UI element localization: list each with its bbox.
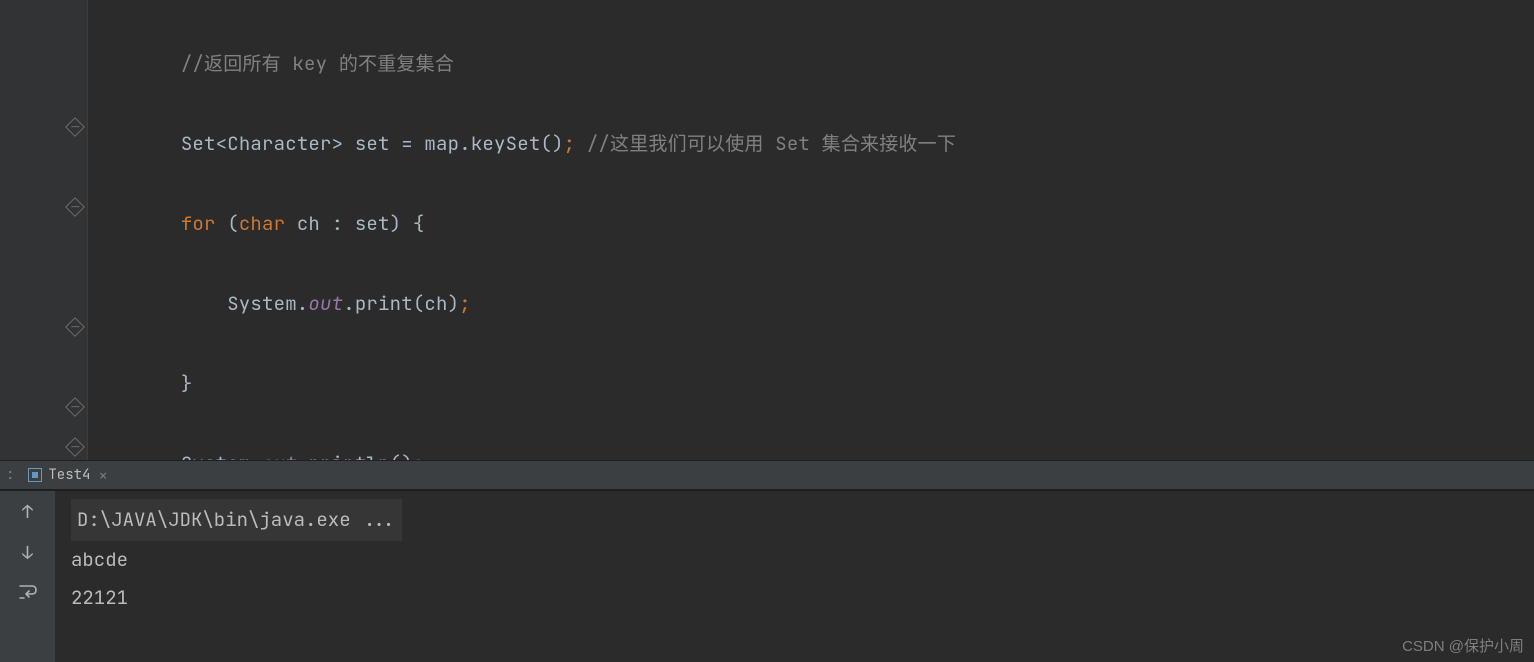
close-icon[interactable]: × [98,465,108,486]
code-block[interactable]: //返回所有 key 的不重复集合 Set<Character> set = m… [88,0,956,460]
wrap-icon[interactable] [18,583,38,606]
code-text: .print(ch) [343,291,459,316]
code-text: ( [216,211,239,236]
editor-area: //返回所有 key 的不重复集合 Set<Character> set = m… [0,0,1534,460]
run-tab-icon [28,468,42,482]
code-keyword: char [239,211,285,236]
code-field: out [262,451,297,460]
arrow-up-icon[interactable]: ↑ [22,501,33,524]
editor-gutter [0,0,88,460]
run-tab[interactable]: Test4 × [22,465,108,486]
fold-marker-icon[interactable] [65,317,85,337]
console-output[interactable]: D:\JAVA\JDK\bin\java.exe ... abcde 22121 [55,491,402,662]
arrow-down-icon[interactable]: ↓ [22,542,33,565]
code-field: out [308,291,343,316]
code-semi: ; [459,291,471,316]
console-cmd-line: D:\JAVA\JDK\bin\java.exe ... [71,499,402,541]
run-tab-label: Test4 [48,466,90,484]
code-semi: ; [413,451,425,460]
run-tab-bar: : Test4 × [0,460,1534,490]
run-label-prefix: : [6,466,14,484]
watermark-text: CSDN @保护小周 [1402,635,1524,656]
code-semi: ; [564,131,576,156]
code-brace: } [181,371,193,396]
code-text: .println() [297,451,413,460]
code-text: System. [181,451,262,460]
fold-marker-icon[interactable] [65,197,85,217]
code-keyword: for [181,211,216,236]
code-text: Set<Character> set = map.keySet() [181,131,564,156]
console-gutter: ↑ ↓ [0,491,55,662]
fold-marker-icon[interactable] [65,397,85,417]
code-text: ch : set) { [285,211,424,236]
code-comment: //这里我们可以使用 Set 集合来接收一下 [575,131,956,156]
code-comment: //返回所有 key 的不重复集合 [181,51,454,76]
fold-marker-icon[interactable] [65,117,85,137]
code-text: System. [227,291,308,316]
console-area: ↑ ↓ D:\JAVA\JDK\bin\java.exe ... abcde 2… [0,490,1534,662]
fold-marker-icon[interactable] [65,437,85,457]
